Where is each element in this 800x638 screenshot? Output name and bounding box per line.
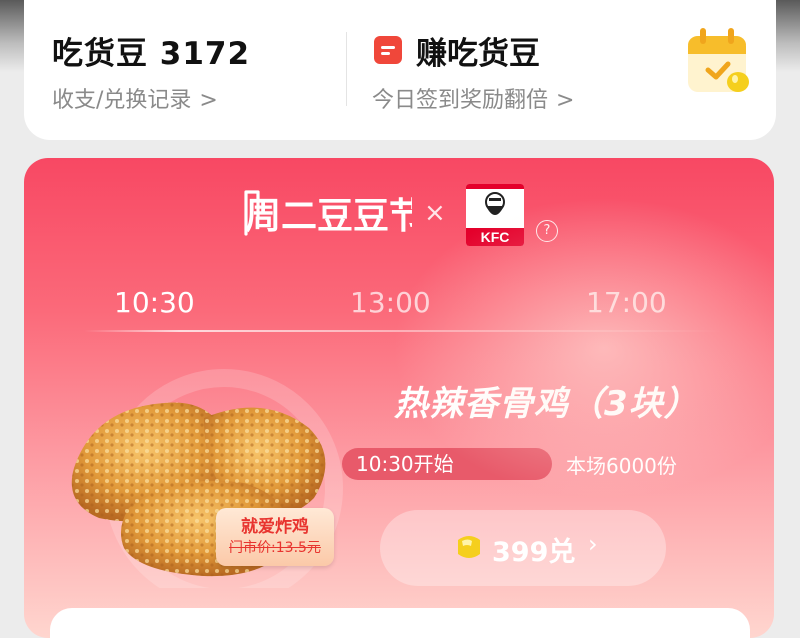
festival-logo: 周二豆豆节 [244, 190, 412, 237]
chevron-right-icon: > [199, 88, 218, 113]
next-section-card [50, 608, 750, 638]
chevron-right-icon: > [556, 88, 575, 113]
records-link-label: 收支/兑换记录 [52, 88, 192, 113]
tag-title: 就爱炸鸡 [241, 517, 309, 537]
bean-balance-label: 吃货豆 [52, 36, 148, 72]
earn-beans-title[interactable]: 赚吃货豆 [416, 28, 540, 73]
earn-icon [374, 36, 402, 64]
tab-indicator [84, 330, 724, 332]
festival-logo-text: 周二豆豆节 [245, 196, 412, 237]
chevron-right-icon: › [588, 530, 598, 558]
kfc-logo: KFC [466, 184, 524, 246]
redeem-button[interactable]: 399兑 › [380, 510, 666, 586]
divider [346, 32, 347, 106]
stock-count: 本场6000份 [566, 454, 677, 478]
redeem-label: 399兑 [492, 537, 576, 568]
coin-icon [458, 536, 480, 558]
bean-balance-count: 3172 [159, 36, 251, 72]
calendar-check-icon[interactable] [686, 26, 750, 96]
bean-summary-card: 吃货豆 3172 收支/兑换记录 > 赚吃货豆 今日签到奖励翻倍 > [24, 0, 776, 140]
kfc-logo-text: KFC [481, 229, 510, 245]
bean-festival-card: 周二豆豆节 × KFC ? 10:30 13:00 17:00 就爱炸鸡 门市价… [24, 158, 774, 638]
tab-1030[interactable]: 10:30 [114, 286, 195, 319]
product-name: 热辣香骨鸡（3块） [394, 384, 699, 424]
checkin-link[interactable]: 今日签到奖励翻倍 > [372, 82, 574, 114]
tab-1300[interactable]: 13:00 [350, 286, 431, 319]
records-link[interactable]: 收支/兑换记录 > [52, 82, 218, 114]
checkin-link-label: 今日签到奖励翻倍 [372, 88, 549, 113]
original-price: 门市价:13.5元 [229, 540, 321, 556]
help-icon[interactable]: ? [536, 220, 558, 242]
collab-x: × [424, 198, 446, 228]
promo-tag: 就爱炸鸡 门市价:13.5元 [216, 508, 334, 566]
bean-balance: 吃货豆 3172 [52, 28, 250, 73]
tab-1700[interactable]: 17:00 [586, 286, 667, 319]
start-time-badge: 10:30开始 [342, 448, 552, 480]
